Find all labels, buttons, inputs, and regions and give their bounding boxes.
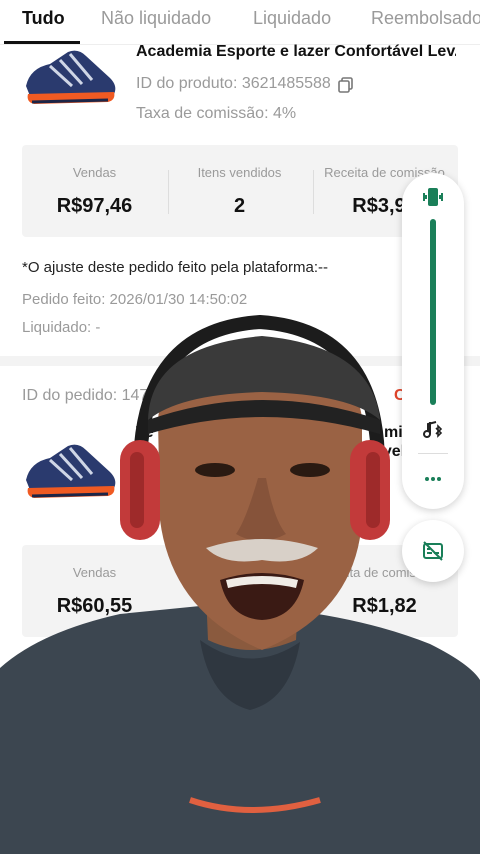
- divider: [418, 453, 448, 454]
- volume-panel: [402, 173, 464, 509]
- vibrate-icon[interactable]: [421, 185, 445, 209]
- volume-slider[interactable]: [430, 219, 436, 405]
- music-bluetooth-icon[interactable]: [421, 418, 445, 442]
- more-options-icon[interactable]: [421, 467, 445, 491]
- live-caption-button[interactable]: [402, 520, 464, 582]
- captions-off-icon: [423, 541, 443, 561]
